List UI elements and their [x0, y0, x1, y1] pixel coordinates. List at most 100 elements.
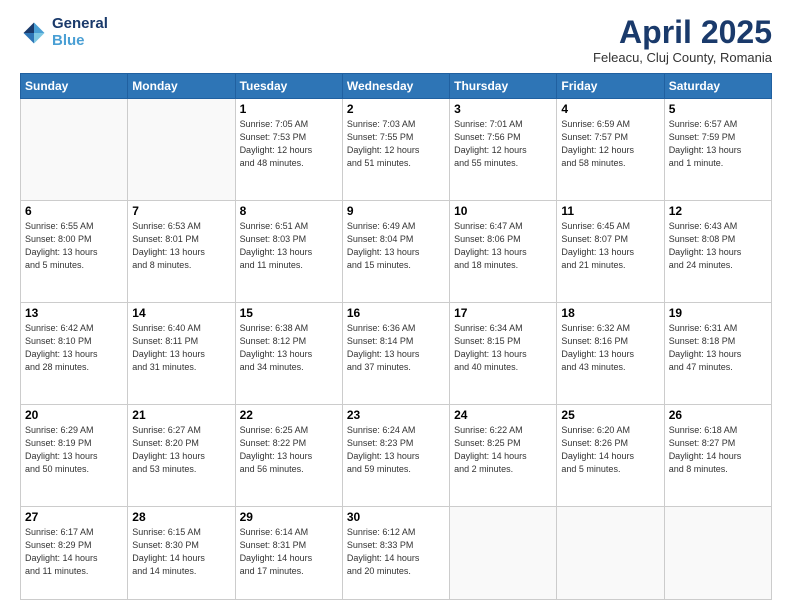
day-info: Sunrise: 6:18 AM Sunset: 8:27 PM Dayligh… [669, 424, 767, 476]
calendar-cell: 17 Sunrise: 6:34 AM Sunset: 8:15 PM Dayli… [450, 303, 557, 405]
header: General Blue April 2025 Feleacu, Cluj Co… [20, 16, 772, 65]
day-info: Sunrise: 6:38 AM Sunset: 8:12 PM Dayligh… [240, 322, 338, 374]
day-number: 26 [669, 408, 767, 422]
day-number: 7 [132, 204, 230, 218]
day-number: 1 [240, 102, 338, 116]
day-number: 15 [240, 306, 338, 320]
day-info: Sunrise: 6:25 AM Sunset: 8:22 PM Dayligh… [240, 424, 338, 476]
day-number: 20 [25, 408, 123, 422]
day-info: Sunrise: 6:57 AM Sunset: 7:59 PM Dayligh… [669, 118, 767, 170]
calendar-cell: 3 Sunrise: 7:01 AM Sunset: 7:56 PM Daylig… [450, 99, 557, 201]
day-info: Sunrise: 6:15 AM Sunset: 8:30 PM Dayligh… [132, 526, 230, 578]
day-number: 18 [561, 306, 659, 320]
calendar-cell [664, 507, 771, 600]
calendar-cell: 14 Sunrise: 6:40 AM Sunset: 8:11 PM Dayli… [128, 303, 235, 405]
calendar-cell: 7 Sunrise: 6:53 AM Sunset: 8:01 PM Daylig… [128, 201, 235, 303]
weekday-header: Thursday [450, 74, 557, 99]
calendar-cell [557, 507, 664, 600]
day-info: Sunrise: 6:20 AM Sunset: 8:26 PM Dayligh… [561, 424, 659, 476]
weekday-header: Wednesday [342, 74, 449, 99]
calendar-cell: 13 Sunrise: 6:42 AM Sunset: 8:10 PM Dayli… [21, 303, 128, 405]
day-info: Sunrise: 6:27 AM Sunset: 8:20 PM Dayligh… [132, 424, 230, 476]
day-info: Sunrise: 6:40 AM Sunset: 8:11 PM Dayligh… [132, 322, 230, 374]
day-info: Sunrise: 6:59 AM Sunset: 7:57 PM Dayligh… [561, 118, 659, 170]
calendar-cell: 9 Sunrise: 6:49 AM Sunset: 8:04 PM Daylig… [342, 201, 449, 303]
day-number: 24 [454, 408, 552, 422]
day-number: 8 [240, 204, 338, 218]
day-info: Sunrise: 6:53 AM Sunset: 8:01 PM Dayligh… [132, 220, 230, 272]
calendar-cell: 11 Sunrise: 6:45 AM Sunset: 8:07 PM Dayli… [557, 201, 664, 303]
day-info: Sunrise: 7:01 AM Sunset: 7:56 PM Dayligh… [454, 118, 552, 170]
day-number: 23 [347, 408, 445, 422]
day-number: 25 [561, 408, 659, 422]
calendar-cell: 6 Sunrise: 6:55 AM Sunset: 8:00 PM Daylig… [21, 201, 128, 303]
title-section: April 2025 Feleacu, Cluj County, Romania [593, 16, 772, 65]
day-info: Sunrise: 6:45 AM Sunset: 8:07 PM Dayligh… [561, 220, 659, 272]
weekday-header: Tuesday [235, 74, 342, 99]
day-number: 12 [669, 204, 767, 218]
logo-icon [20, 19, 48, 47]
calendar-week-row: 13 Sunrise: 6:42 AM Sunset: 8:10 PM Dayli… [21, 303, 772, 405]
day-info: Sunrise: 6:55 AM Sunset: 8:00 PM Dayligh… [25, 220, 123, 272]
day-number: 17 [454, 306, 552, 320]
calendar-cell [128, 99, 235, 201]
day-number: 13 [25, 306, 123, 320]
day-info: Sunrise: 7:05 AM Sunset: 7:53 PM Dayligh… [240, 118, 338, 170]
calendar-cell: 23Sunrise: 6:24 AM Sunset: 8:23 PM Dayli… [342, 405, 449, 507]
calendar-cell: 8 Sunrise: 6:51 AM Sunset: 8:03 PM Daylig… [235, 201, 342, 303]
page: General Blue April 2025 Feleacu, Cluj Co… [0, 0, 792, 612]
day-number: 19 [669, 306, 767, 320]
calendar-cell: 21 Sunrise: 6:27 AM Sunset: 8:20 PM Dayli… [128, 405, 235, 507]
day-number: 2 [347, 102, 445, 116]
day-info: Sunrise: 6:42 AM Sunset: 8:10 PM Dayligh… [25, 322, 123, 374]
location: Feleacu, Cluj County, Romania [593, 50, 772, 65]
calendar-header-row: SundayMondayTuesdayWednesdayThursdayFrid… [21, 74, 772, 99]
weekday-header: Saturday [664, 74, 771, 99]
calendar-cell: 2 Sunrise: 7:03 AM Sunset: 7:55 PM Daylig… [342, 99, 449, 201]
day-number: 6 [25, 204, 123, 218]
day-number: 14 [132, 306, 230, 320]
day-number: 22 [240, 408, 338, 422]
day-info: Sunrise: 6:12 AM Sunset: 8:33 PM Dayligh… [347, 526, 445, 578]
calendar-cell: 10 Sunrise: 6:47 AM Sunset: 8:06 PM Dayli… [450, 201, 557, 303]
day-number: 11 [561, 204, 659, 218]
day-info: Sunrise: 6:49 AM Sunset: 8:04 PM Dayligh… [347, 220, 445, 272]
day-number: 10 [454, 204, 552, 218]
calendar-week-row: 1 Sunrise: 7:05 AM Sunset: 7:53 PM Daylig… [21, 99, 772, 201]
calendar-cell [450, 507, 557, 600]
day-info: Sunrise: 6:51 AM Sunset: 8:03 PM Dayligh… [240, 220, 338, 272]
day-number: 28 [132, 510, 230, 524]
calendar-week-row: 6 Sunrise: 6:55 AM Sunset: 8:00 PM Daylig… [21, 201, 772, 303]
month-title: April 2025 [593, 16, 772, 48]
day-number: 16 [347, 306, 445, 320]
day-number: 9 [347, 204, 445, 218]
weekday-header: Sunday [21, 74, 128, 99]
calendar-cell: 12 Sunrise: 6:43 AM Sunset: 8:08 PM Dayli… [664, 201, 771, 303]
day-number: 21 [132, 408, 230, 422]
day-info: Sunrise: 6:14 AM Sunset: 8:31 PM Dayligh… [240, 526, 338, 578]
day-number: 27 [25, 510, 123, 524]
day-info: Sunrise: 7:03 AM Sunset: 7:55 PM Dayligh… [347, 118, 445, 170]
calendar-cell: 16 Sunrise: 6:36 AM Sunset: 8:14 PM Dayli… [342, 303, 449, 405]
day-info: Sunrise: 6:34 AM Sunset: 8:15 PM Dayligh… [454, 322, 552, 374]
calendar-cell: 4 Sunrise: 6:59 AM Sunset: 7:57 PM Daylig… [557, 99, 664, 201]
day-info: Sunrise: 6:22 AM Sunset: 8:25 PM Dayligh… [454, 424, 552, 476]
calendar-cell: 22 Sunrise: 6:25 AM Sunset: 8:22 PM Dayli… [235, 405, 342, 507]
calendar-cell: 15 Sunrise: 6:38 AM Sunset: 8:12 PM Dayli… [235, 303, 342, 405]
day-info: Sunrise: 6:43 AM Sunset: 8:08 PM Dayligh… [669, 220, 767, 272]
day-info: Sunrise: 6:47 AM Sunset: 8:06 PM Dayligh… [454, 220, 552, 272]
logo-text: General Blue [52, 16, 108, 49]
day-info: Sunrise: 6:29 AM Sunset: 8:19 PM Dayligh… [25, 424, 123, 476]
day-number: 3 [454, 102, 552, 116]
calendar-cell: 20 Sunrise: 6:29 AM Sunset: 8:19 PM Dayli… [21, 405, 128, 507]
calendar-cell: 25 Sunrise: 6:20 AM Sunset: 8:26 PM Dayli… [557, 405, 664, 507]
calendar-cell: 19Sunrise: 6:31 AM Sunset: 8:18 PM Dayli… [664, 303, 771, 405]
day-info: Sunrise: 6:36 AM Sunset: 8:14 PM Dayligh… [347, 322, 445, 374]
calendar-cell: 30 Sunrise: 6:12 AM Sunset: 8:33 PM Dayli… [342, 507, 449, 600]
day-number: 4 [561, 102, 659, 116]
calendar-week-row: 27 Sunrise: 6:17 AM Sunset: 8:29 PM Dayli… [21, 507, 772, 600]
calendar-cell: 1 Sunrise: 7:05 AM Sunset: 7:53 PM Daylig… [235, 99, 342, 201]
calendar-cell: 18Sunrise: 6:32 AM Sunset: 8:16 PM Dayli… [557, 303, 664, 405]
day-info: Sunrise: 6:17 AM Sunset: 8:29 PM Dayligh… [25, 526, 123, 578]
day-number: 30 [347, 510, 445, 524]
